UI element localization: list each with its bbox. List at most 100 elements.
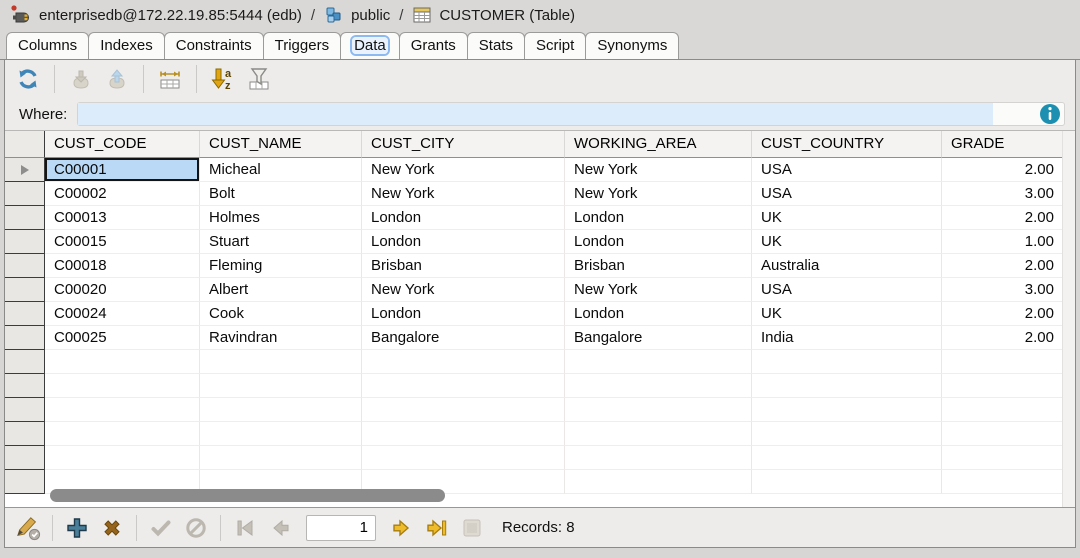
prev-record-icon[interactable]: [267, 515, 293, 541]
grid-cell[interactable]: London: [565, 302, 752, 326]
column-header-cust_country[interactable]: CUST_COUNTRY: [752, 131, 942, 158]
row-selector[interactable]: [5, 182, 45, 206]
grid-cell[interactable]: C00020: [45, 278, 200, 302]
grid-cell[interactable]: 3.00: [942, 278, 1075, 302]
grid-cell[interactable]: Brisban: [362, 254, 565, 278]
grid-cell[interactable]: London: [362, 230, 565, 254]
grid-cell[interactable]: Micheal: [200, 158, 362, 182]
grid-cell[interactable]: New York: [362, 158, 565, 182]
grid-cell[interactable]: 2.00: [942, 206, 1075, 230]
grid-cell[interactable]: Cook: [200, 302, 362, 326]
grid-cell[interactable]: UK: [752, 302, 942, 326]
last-record-icon[interactable]: [424, 515, 450, 541]
grid-cell[interactable]: Stuart: [200, 230, 362, 254]
row-selector[interactable]: [5, 350, 45, 374]
row-selector[interactable]: [5, 158, 45, 182]
grid-cell[interactable]: C00018: [45, 254, 200, 278]
insert-row-icon[interactable]: [64, 515, 90, 541]
row-selector[interactable]: [5, 206, 45, 230]
grid-cell[interactable]: Fleming: [200, 254, 362, 278]
grid-cell[interactable]: C00013: [45, 206, 200, 230]
grid-cell[interactable]: Australia: [752, 254, 942, 278]
grid-cell[interactable]: C00001: [45, 158, 200, 182]
grid-cell[interactable]: 1.00: [942, 230, 1075, 254]
info-icon[interactable]: [1039, 103, 1061, 125]
grid-cell[interactable]: UK: [752, 206, 942, 230]
grid-cell[interactable]: Albert: [200, 278, 362, 302]
vertical-scrollbar[interactable]: [1062, 131, 1075, 507]
grid-cell[interactable]: USA: [752, 278, 942, 302]
grid-cell[interactable]: London: [565, 230, 752, 254]
grid-cell[interactable]: London: [362, 302, 565, 326]
column-header-working_area[interactable]: WORKING_AREA: [565, 131, 752, 158]
grid-cell[interactable]: New York: [565, 278, 752, 302]
filter-icon[interactable]: [246, 66, 272, 92]
row-selector[interactable]: [5, 326, 45, 350]
grid-cell[interactable]: Bangalore: [565, 326, 752, 350]
row-selector[interactable]: [5, 374, 45, 398]
grid-cell[interactable]: New York: [362, 278, 565, 302]
grid-cell[interactable]: 2.00: [942, 254, 1075, 278]
tab-columns[interactable]: Columns: [6, 32, 89, 59]
download-icon[interactable]: [68, 66, 94, 92]
grid-cell[interactable]: New York: [565, 182, 752, 206]
tab-triggers[interactable]: Triggers: [263, 32, 341, 59]
row-selector[interactable]: [5, 398, 45, 422]
row-selector[interactable]: [5, 230, 45, 254]
grid-cell[interactable]: 2.00: [942, 158, 1075, 182]
grid-cell[interactable]: Bolt: [200, 182, 362, 206]
column-header-grade[interactable]: GRADE: [942, 131, 1075, 158]
checkbox-icon[interactable]: [459, 515, 485, 541]
refresh-icon[interactable]: [15, 66, 41, 92]
rollback-icon[interactable]: [183, 515, 209, 541]
column-header-cust_city[interactable]: CUST_CITY: [362, 131, 565, 158]
where-input[interactable]: [78, 103, 993, 125]
grid-cell[interactable]: C00024: [45, 302, 200, 326]
grid-cell-empty: [752, 374, 942, 398]
grid-cell[interactable]: Bangalore: [362, 326, 565, 350]
next-record-icon[interactable]: [389, 515, 415, 541]
upload-icon[interactable]: [104, 66, 130, 92]
grid-cell[interactable]: Ravindran: [200, 326, 362, 350]
tab-stats[interactable]: Stats: [467, 32, 525, 59]
grid-cell[interactable]: Brisban: [565, 254, 752, 278]
horizontal-scrollbar-thumb[interactable]: [50, 489, 445, 502]
tab-script[interactable]: Script: [524, 32, 586, 59]
commit-icon[interactable]: [148, 515, 174, 541]
grid-cell-empty: [942, 350, 1075, 374]
grid-cell[interactable]: India: [752, 326, 942, 350]
tab-indexes[interactable]: Indexes: [88, 32, 165, 59]
grid-cell[interactable]: New York: [362, 182, 565, 206]
row-selector[interactable]: [5, 278, 45, 302]
grid-cell[interactable]: 2.00: [942, 302, 1075, 326]
grid-cell[interactable]: UK: [752, 230, 942, 254]
row-selector[interactable]: [5, 446, 45, 470]
column-header-cust_code[interactable]: CUST_CODE: [45, 131, 200, 158]
row-selector[interactable]: [5, 470, 45, 494]
first-record-icon[interactable]: [232, 515, 258, 541]
edit-mode-icon[interactable]: [15, 515, 41, 541]
row-selector[interactable]: [5, 302, 45, 326]
grid-cell[interactable]: USA: [752, 158, 942, 182]
grid-cell[interactable]: London: [565, 206, 752, 230]
tab-grants[interactable]: Grants: [399, 32, 468, 59]
grid-cell[interactable]: USA: [752, 182, 942, 206]
grid-cell[interactable]: Holmes: [200, 206, 362, 230]
grid-cell[interactable]: 3.00: [942, 182, 1075, 206]
grid-cell[interactable]: 2.00: [942, 326, 1075, 350]
record-number-input[interactable]: [306, 515, 376, 541]
column-width-icon[interactable]: [157, 66, 183, 92]
row-selector[interactable]: [5, 254, 45, 278]
delete-row-icon[interactable]: [99, 515, 125, 541]
grid-cell[interactable]: C00002: [45, 182, 200, 206]
tab-data[interactable]: Data: [340, 32, 400, 59]
tab-constraints[interactable]: Constraints: [164, 32, 264, 59]
grid-cell[interactable]: C00015: [45, 230, 200, 254]
grid-cell[interactable]: London: [362, 206, 565, 230]
column-header-cust_name[interactable]: CUST_NAME: [200, 131, 362, 158]
grid-cell[interactable]: New York: [565, 158, 752, 182]
sort-az-icon[interactable]: a z: [210, 66, 236, 92]
tab-synonyms[interactable]: Synonyms: [585, 32, 679, 59]
row-selector[interactable]: [5, 422, 45, 446]
grid-cell[interactable]: C00025: [45, 326, 200, 350]
